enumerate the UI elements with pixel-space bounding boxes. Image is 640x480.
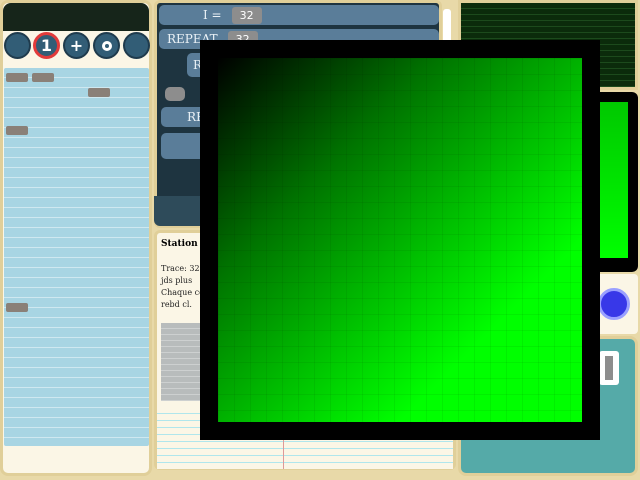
code-tag[interactable] xyxy=(88,88,110,97)
value-slot[interactable] xyxy=(165,87,185,101)
preview-fill xyxy=(600,102,628,258)
plus-icon[interactable]: + xyxy=(63,32,90,59)
code-row[interactable] xyxy=(4,302,149,312)
tool-row: 1 + xyxy=(2,32,152,62)
run-icon[interactable] xyxy=(598,288,630,320)
left-header xyxy=(3,3,149,31)
code-tag[interactable] xyxy=(6,303,28,312)
code-row[interactable] xyxy=(4,125,149,135)
slot-bar xyxy=(605,356,613,380)
stage-overlay xyxy=(200,40,600,440)
assign-label: I = xyxy=(203,8,222,22)
assign-block[interactable]: I = 32 xyxy=(159,5,439,25)
slot-icon[interactable] xyxy=(599,351,619,385)
code-row[interactable] xyxy=(4,72,149,82)
ring-icon[interactable] xyxy=(93,32,120,59)
assign-value[interactable]: 32 xyxy=(231,6,262,24)
plus-glyph: + xyxy=(69,35,84,55)
code-tag[interactable] xyxy=(32,73,54,82)
code-tag[interactable] xyxy=(6,126,28,135)
code-tag[interactable] xyxy=(6,73,28,82)
stage-canvas[interactable] xyxy=(218,58,582,422)
ring-glyph xyxy=(101,40,112,51)
circle-icon[interactable] xyxy=(4,32,31,59)
number-one-icon[interactable]: 1 xyxy=(33,32,60,59)
number-one-glyph: 1 xyxy=(40,35,53,55)
code-panel[interactable] xyxy=(4,68,149,446)
code-row[interactable] xyxy=(4,87,149,97)
circle-icon[interactable] xyxy=(123,32,150,59)
